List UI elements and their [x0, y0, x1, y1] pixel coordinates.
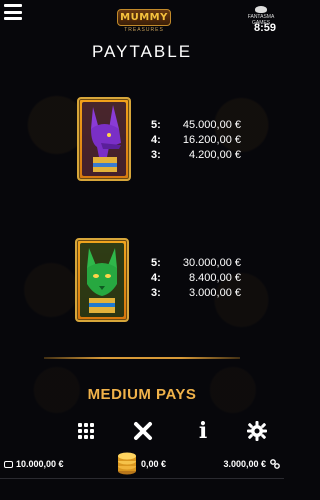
bottom-divider [0, 478, 284, 479]
top-bar: MUMMY TREASURES FANTASMA GAMES 8:59 [0, 0, 284, 38]
anubis-paytable: 5: 45.000,00 € 4: 16.200,00 € 3: 4.200,0… [151, 118, 241, 163]
section-title: MEDIUM PAYS [87, 386, 197, 403]
grid-menu-icon[interactable] [73, 418, 99, 444]
payout-row: 3: 3.000,00 € [151, 286, 241, 301]
ghost-icon [255, 6, 267, 13]
payout-amount: 4.200,00 € [189, 149, 241, 161]
payout-amount: 3.000,00 € [189, 287, 241, 299]
payout-amount: 45.000,00 € [182, 119, 241, 131]
payout-count: 3: [151, 149, 161, 161]
clock: 8:59 [253, 22, 276, 34]
logo-title: MUMMY [117, 9, 171, 26]
status-bar: 10.000,00 € 0,00 € 3.000,00 € [0, 452, 284, 476]
balance-value: 10.000,00 € [16, 459, 64, 469]
cat-goddess-symbol-icon [75, 238, 129, 322]
payout-row: 5: 30.000,00 € [151, 256, 241, 271]
logo-subtitle: TREASURES [124, 27, 164, 33]
win-value: 3.000,00 € [223, 459, 266, 469]
cat-goddess-paytable: 5: 30.000,00 € 4: 8.400,00 € 3: 3.000,00… [151, 256, 241, 301]
close-icon[interactable] [130, 418, 156, 444]
game-logo: MUMMY TREASURES [116, 7, 172, 37]
payout-amount: 8.400,00 € [189, 272, 241, 284]
page-title: PAYTABLE [91, 42, 193, 61]
anubis-symbol-icon [77, 97, 131, 181]
payout-count: 5: [151, 257, 161, 269]
payout-row: 5: 45.000,00 € [151, 118, 241, 133]
info-icon[interactable]: i [190, 418, 216, 444]
payout-amount: 16.200,00 € [182, 134, 241, 146]
payout-count: 4: [151, 134, 161, 146]
payout-row: 3: 4.200,00 € [151, 148, 241, 163]
payout-row: 4: 8.400,00 € [151, 271, 241, 286]
payout-amount: 30.000,00 € [182, 257, 241, 269]
payout-count: 3: [151, 287, 161, 299]
link-icon[interactable] [270, 459, 280, 469]
coin-stack-icon[interactable] [115, 452, 139, 476]
section-divider [44, 357, 240, 359]
hamburger-menu-icon[interactable] [4, 4, 22, 20]
control-bar: i [0, 418, 284, 444]
gear-icon[interactable] [244, 418, 270, 444]
bet-value: 0,00 € [141, 459, 167, 469]
balance-display: 10.000,00 € [4, 459, 64, 469]
payout-count: 5: [151, 119, 161, 131]
wallet-icon [4, 460, 13, 468]
payout-row: 4: 16.200,00 € [151, 133, 241, 148]
payout-count: 4: [151, 272, 161, 284]
